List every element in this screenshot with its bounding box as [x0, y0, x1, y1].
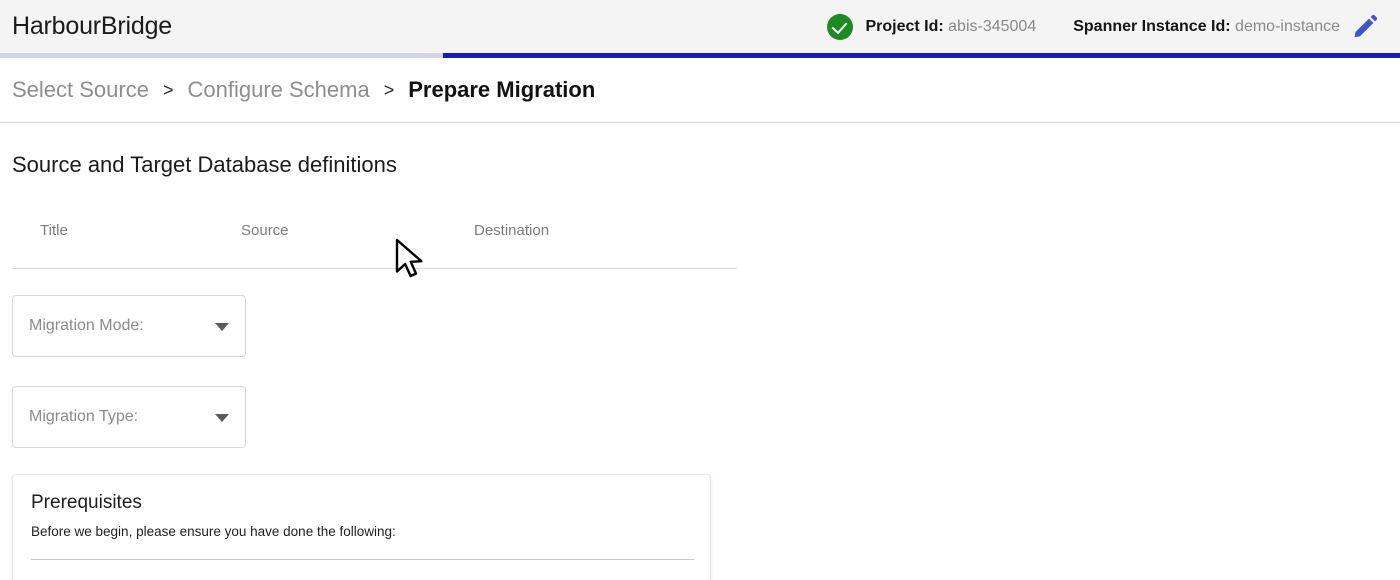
project-id-label: Project Id: [865, 17, 944, 35]
app-root: HarbourBridge Project Id: abis-345004 Sp… [0, 0, 1400, 580]
pencil-icon[interactable] [1348, 10, 1382, 44]
breadcrumb-item-configure-schema[interactable]: Configure Schema [187, 77, 369, 103]
table-column-header-destination: Destination [474, 222, 550, 239]
chevron-down-icon [215, 323, 229, 331]
app-header: HarbourBridge Project Id: abis-345004 Sp… [0, 0, 1400, 53]
prerequisites-subtitle: Before we begin, please ensure you have … [31, 524, 396, 539]
page-title: Source and Target Database definitions [12, 152, 397, 177]
table-column-header-title: Title [40, 222, 68, 239]
database-definitions-table: Title Source Destination [12, 222, 737, 269]
spanner-instance-id-display: Spanner Instance Id: demo-instance [1073, 18, 1340, 36]
migration-mode-label: Migration Mode: [29, 317, 144, 334]
prerequisites-title: Prerequisites [31, 492, 142, 513]
spanner-instance-id-value: demo-instance [1235, 17, 1340, 35]
table-header-divider [12, 268, 737, 269]
prerequisites-divider [31, 559, 694, 560]
app-brand-title: HarbourBridge [12, 12, 172, 40]
breadcrumb-separator: > [383, 79, 395, 100]
header-status-group: Project Id: abis-345004 Spanner Instance… [827, 0, 1400, 53]
spanner-instance-id-label: Spanner Instance Id: [1073, 17, 1231, 35]
check-circle-icon [827, 13, 854, 40]
breadcrumb-item-prepare-migration[interactable]: Prepare Migration [408, 77, 595, 103]
project-id-display: Project Id: abis-345004 [865, 18, 1036, 36]
table-header-row: Title Source Destination [12, 222, 737, 268]
breadcrumb-separator: > [162, 79, 174, 100]
breadcrumb: Select Source > Configure Schema > Prepa… [0, 58, 1400, 123]
breadcrumb-item-select-source[interactable]: Select Source [12, 77, 149, 103]
migration-type-select[interactable]: Migration Type: [12, 386, 246, 448]
prerequisites-card: Prerequisites Before we begin, please en… [12, 474, 711, 580]
project-id-value: abis-345004 [948, 17, 1037, 35]
migration-type-label: Migration Type: [29, 408, 139, 425]
migration-mode-select[interactable]: Migration Mode: [12, 295, 246, 357]
table-column-header-source: Source [241, 222, 289, 239]
chevron-down-icon [215, 414, 229, 422]
